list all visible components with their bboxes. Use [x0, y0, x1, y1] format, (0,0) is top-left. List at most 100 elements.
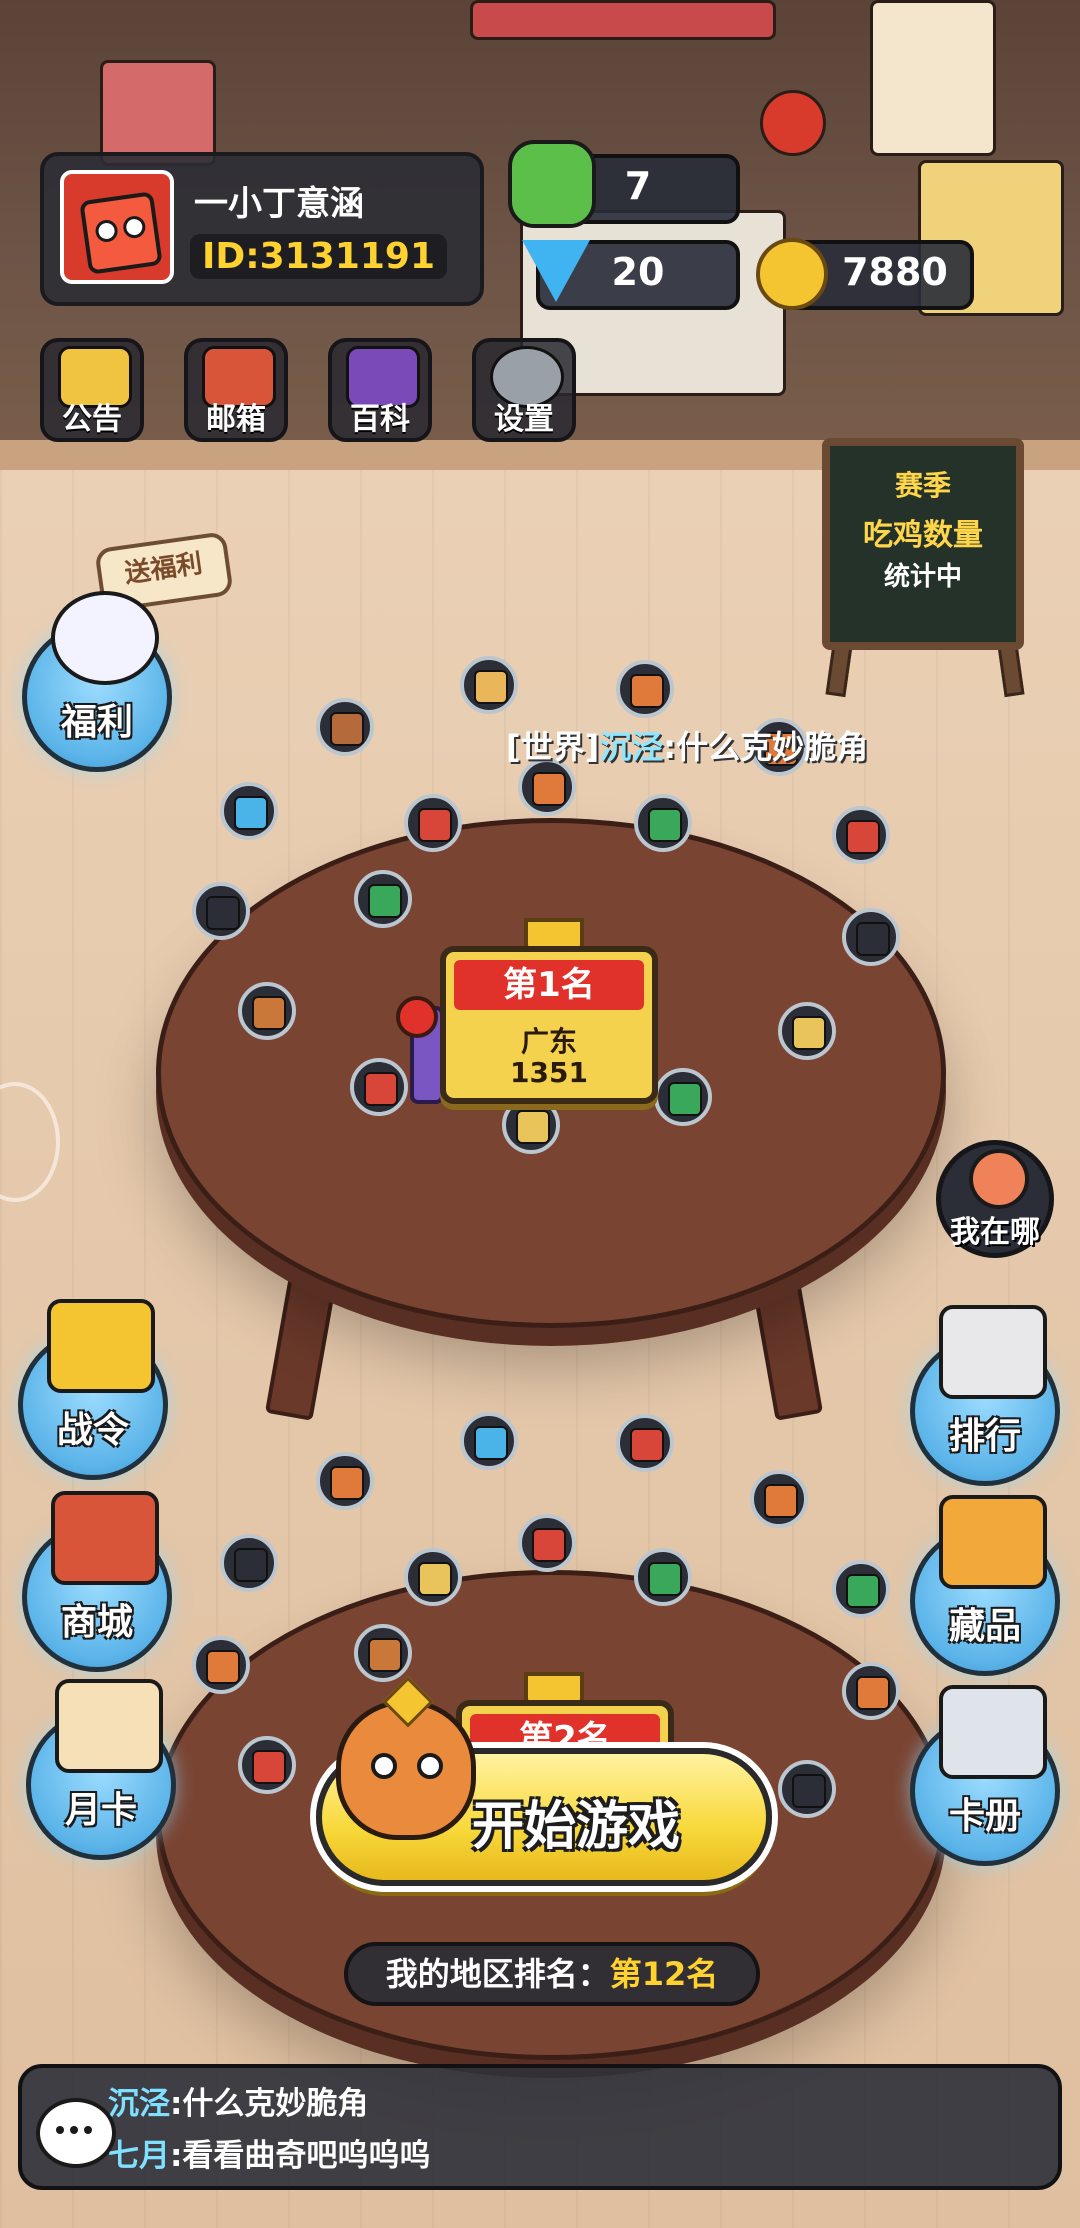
- dot-icon: [70, 2126, 78, 2134]
- player-avatar-icon: [792, 1774, 826, 1808]
- player-chip[interactable]: [354, 870, 412, 928]
- player-chip[interactable]: [778, 1760, 836, 1818]
- settings-button[interactable]: 设置: [472, 338, 576, 442]
- notice-label: 公告: [62, 402, 122, 437]
- player-avatar-icon: [206, 1650, 240, 1684]
- player-avatar-icon: [234, 796, 268, 830]
- player-avatar-icon: [364, 1072, 398, 1106]
- chalk-line-2: 吃鸡数量: [863, 518, 983, 553]
- shop-button[interactable]: 商城: [22, 1491, 172, 1672]
- player-chip[interactable]: [350, 1058, 408, 1116]
- player-chip[interactable]: [616, 660, 674, 718]
- chat-line: 七月:看看曲奇吧呜呜呜: [108, 2130, 430, 2175]
- ranking-button[interactable]: 排行: [910, 1305, 1060, 1486]
- player-chip[interactable]: [518, 1514, 576, 1572]
- player-chip[interactable]: [778, 1002, 836, 1060]
- player-avatar-icon: [630, 674, 664, 708]
- notice-button[interactable]: 公告: [40, 338, 144, 442]
- world-chat-text: :什么克妙脆角: [663, 728, 869, 766]
- mail-button[interactable]: 邮箱: [184, 338, 288, 442]
- wiki-button[interactable]: 百科: [328, 338, 432, 442]
- card-album-label: 卡册: [948, 1796, 1021, 1837]
- battle-pass-button[interactable]: 战令: [18, 1299, 168, 1480]
- where-am-i-label: 我在哪: [950, 1215, 1040, 1250]
- player-chip[interactable]: [192, 882, 250, 940]
- avatar[interactable]: [60, 170, 174, 284]
- dot-icon: [56, 2126, 64, 2134]
- player-avatar-icon: [418, 808, 452, 842]
- player-chip[interactable]: [316, 1452, 374, 1510]
- player-avatar-icon: [252, 1750, 286, 1784]
- rank-plaque-1[interactable]: 第1名 广东 1351: [440, 946, 658, 1104]
- player-avatar-icon: [330, 1466, 364, 1500]
- player-chip[interactable]: [750, 1470, 808, 1528]
- region-rank-value: 第12名: [609, 1955, 719, 1993]
- collection-button[interactable]: 藏品: [910, 1495, 1060, 1676]
- player-chip[interactable]: [220, 1534, 278, 1592]
- collection-label: 藏品: [948, 1606, 1021, 1647]
- eye-icon: [94, 218, 120, 244]
- player-chip[interactable]: [238, 982, 296, 1040]
- player-chip[interactable]: [460, 1412, 518, 1470]
- player-chip[interactable]: [502, 1096, 560, 1154]
- frog-ticket-icon: [508, 140, 596, 228]
- rank-score: 1351: [510, 1056, 588, 1089]
- player-chip[interactable]: [832, 806, 890, 864]
- eye-icon: [371, 1753, 397, 1779]
- rank-region: 广东: [520, 1025, 577, 1058]
- player-chip[interactable]: [616, 1414, 674, 1472]
- posters-decor: [870, 0, 996, 156]
- player-chip[interactable]: [460, 656, 518, 714]
- player-avatar-icon: [532, 1528, 566, 1562]
- chat-sender: 沉泾: [108, 2086, 170, 2122]
- player-avatar-icon: [330, 712, 364, 746]
- player-chip[interactable]: [404, 794, 462, 852]
- player-avatar-icon: [630, 1428, 664, 1462]
- player-chip[interactable]: [832, 1560, 890, 1618]
- card-album-button[interactable]: 卡册: [910, 1685, 1060, 1866]
- player-chip[interactable]: [192, 1636, 250, 1694]
- player-avatar-icon: [764, 1484, 798, 1518]
- player-avatar-icon: [474, 1426, 508, 1460]
- world-chat-tag: [世界]: [506, 728, 600, 766]
- coin-icon: [756, 238, 828, 310]
- chat-text: :看看曲奇吧呜呜呜: [170, 2138, 431, 2174]
- snack-card-icon: [55, 1679, 163, 1773]
- player-chip[interactable]: [354, 1624, 412, 1682]
- where-am-i-button[interactable]: 我在哪: [936, 1140, 1054, 1258]
- chat-sender: 七月: [108, 2138, 170, 2174]
- eye-icon: [121, 214, 147, 240]
- shop-label: 商城: [60, 1602, 133, 1643]
- player-chip[interactable]: [634, 794, 692, 852]
- player-chip[interactable]: [842, 1662, 900, 1720]
- player-avatar-icon: [532, 772, 566, 806]
- player-chip[interactable]: [404, 1548, 462, 1606]
- player-chip[interactable]: [316, 698, 374, 756]
- player-avatar-icon: [206, 896, 240, 930]
- player-chip[interactable]: [634, 1548, 692, 1606]
- region-rank-pill[interactable]: 我的地区排名：第12名: [344, 1942, 760, 2006]
- player-avatar-icon: [668, 1082, 702, 1116]
- diamond-icon: [522, 240, 590, 302]
- player-avatar-icon: [846, 1574, 880, 1608]
- welfare-button[interactable]: 福利: [22, 591, 172, 772]
- player-chip[interactable]: [654, 1068, 712, 1126]
- chat-text: :什么克妙脆角: [170, 2086, 369, 2122]
- rank-label: 第1名: [454, 960, 644, 1010]
- region-rank-label: 我的地区排名：: [385, 1955, 610, 1993]
- player-avatar-icon: [846, 820, 880, 854]
- chat-bubble-icon[interactable]: [36, 2098, 116, 2168]
- chat-bar[interactable]: 沉泾:什么克妙脆角 七月:看看曲奇吧呜呜呜: [18, 2064, 1062, 2190]
- profile-panel[interactable]: 一小丁意涵 ID:3131191: [40, 152, 484, 306]
- candy-decor: [760, 90, 826, 156]
- start-game-label: 开始游戏: [472, 1797, 681, 1857]
- player-avatar-icon: [418, 1562, 452, 1596]
- chat-line: 沉泾:什么克妙脆角: [108, 2078, 368, 2123]
- player-chip[interactable]: [238, 1736, 296, 1794]
- season-chalkboard: 赛季 吃鸡数量 统计中: [822, 438, 1024, 650]
- monthly-card-button[interactable]: 月卡: [26, 1679, 176, 1860]
- player-chip[interactable]: [220, 782, 278, 840]
- chalk-line-1: 赛季: [894, 469, 951, 502]
- player-chip[interactable]: [842, 908, 900, 966]
- monthly-card-label: 月卡: [64, 1790, 137, 1831]
